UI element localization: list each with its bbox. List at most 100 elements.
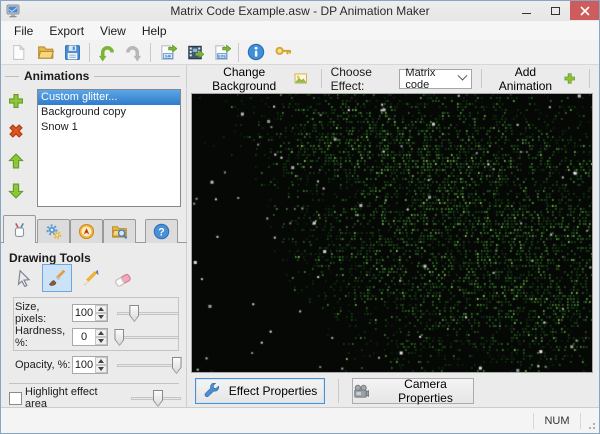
menu-bar: File Export View Help bbox=[1, 21, 599, 40]
slider-track bbox=[117, 312, 179, 315]
tab-help[interactable]: ? bbox=[145, 219, 178, 243]
group-line bbox=[5, 75, 19, 77]
list-item[interactable]: Custom glitter... bbox=[38, 90, 180, 105]
menu-view[interactable]: View bbox=[92, 22, 134, 40]
opacity-slider[interactable] bbox=[117, 356, 182, 374]
tab-browse[interactable] bbox=[103, 219, 136, 243]
highlight-row: Highlight effect area bbox=[9, 386, 181, 410]
change-background-button[interactable]: Change Background bbox=[197, 63, 312, 95]
effect-properties-label: Effect Properties bbox=[228, 384, 318, 398]
size-stepper[interactable]: 100 bbox=[72, 304, 108, 322]
camera-properties-button[interactable]: Camera Properties bbox=[352, 377, 474, 405]
highlight-slider[interactable] bbox=[131, 389, 181, 407]
right-area: Change Background Choose Effect: Matrix … bbox=[187, 65, 599, 409]
redo-button[interactable] bbox=[120, 41, 147, 64]
select-tool-button[interactable] bbox=[9, 264, 39, 292]
properties-separator bbox=[338, 379, 339, 403]
hardness-slider[interactable] bbox=[114, 328, 179, 346]
slider-thumb[interactable] bbox=[171, 357, 182, 374]
size-up-button[interactable] bbox=[95, 305, 107, 313]
hardness-stepper[interactable]: 0 bbox=[72, 328, 108, 346]
hardness-spin-buttons bbox=[95, 329, 107, 345]
spin-up-icon bbox=[98, 331, 104, 335]
tab-navigation[interactable] bbox=[70, 219, 103, 243]
opacity-up-button[interactable] bbox=[95, 357, 107, 365]
preview-canvas[interactable] bbox=[192, 94, 592, 372]
background-image-icon bbox=[294, 73, 308, 84]
change-background-label: Change Background bbox=[212, 64, 277, 93]
add-animation-bar-button[interactable]: Add Animation bbox=[491, 63, 580, 95]
num-lock-indicator: NUM bbox=[544, 414, 570, 427]
size-value: 100 bbox=[74, 307, 94, 319]
export-video-button[interactable] bbox=[181, 41, 208, 64]
window-title: Matrix Code Example.asw - DP Animation M… bbox=[170, 4, 430, 18]
list-item[interactable]: Background copy bbox=[38, 105, 180, 120]
effect-dropdown[interactable]: Matrix code bbox=[399, 66, 473, 91]
size-down-button[interactable] bbox=[95, 313, 107, 321]
undo-button[interactable] bbox=[93, 41, 120, 64]
chevron-down-icon bbox=[457, 70, 468, 81]
register-key-button[interactable] bbox=[269, 41, 296, 64]
export-gif-button[interactable]: GIF bbox=[154, 41, 181, 64]
move-down-button[interactable] bbox=[6, 181, 26, 200]
export-exe-button[interactable]: EXE bbox=[208, 41, 235, 64]
menu-help[interactable]: Help bbox=[134, 22, 175, 40]
camera-properties-label: Camera Properties bbox=[398, 377, 453, 405]
main-content: Animations Custom glitter... Background … bbox=[1, 65, 599, 410]
close-button[interactable] bbox=[570, 1, 599, 20]
gears-icon bbox=[46, 224, 62, 240]
save-icon bbox=[65, 44, 80, 60]
tab-settings[interactable] bbox=[37, 219, 70, 243]
about-button[interactable] bbox=[242, 41, 269, 64]
move-up-button[interactable] bbox=[6, 151, 26, 170]
menu-export[interactable]: Export bbox=[41, 22, 92, 40]
opacity-stepper[interactable]: 100 bbox=[72, 356, 108, 374]
preview-area[interactable] bbox=[191, 93, 593, 373]
highlight-checkbox[interactable] bbox=[9, 391, 22, 405]
delete-animation-button[interactable] bbox=[6, 121, 26, 140]
effect-bar-separator bbox=[589, 69, 590, 88]
animation-list-actions bbox=[6, 91, 28, 200]
opacity-row: Opacity, %: 100 bbox=[15, 355, 182, 375]
arrow-down-icon bbox=[8, 182, 24, 199]
slider-thumb[interactable] bbox=[153, 390, 163, 407]
effect-dropdown-value: Matrix code bbox=[405, 66, 436, 91]
effect-bar-separator bbox=[481, 69, 483, 88]
pencil-tool-button[interactable] bbox=[75, 264, 105, 292]
export-video-icon bbox=[187, 45, 204, 60]
hardness-up-button[interactable] bbox=[95, 329, 107, 337]
spin-down-icon bbox=[98, 367, 104, 371]
animations-list[interactable]: Custom glitter... Background copy Snow 1 bbox=[37, 89, 181, 207]
size-slider[interactable] bbox=[117, 304, 179, 322]
effect-bar-separator bbox=[320, 69, 322, 88]
main-toolbar: GIF EXE bbox=[1, 40, 599, 65]
minimize-icon bbox=[522, 13, 531, 14]
menu-file[interactable]: File bbox=[6, 22, 41, 40]
maximize-button[interactable] bbox=[541, 1, 570, 20]
title-bar: Matrix Code Example.asw - DP Animation M… bbox=[1, 1, 599, 21]
brush-tool-button[interactable] bbox=[42, 264, 72, 292]
open-file-button[interactable] bbox=[32, 41, 59, 64]
add-animation-label: Add Animation bbox=[498, 64, 553, 93]
compass-icon bbox=[78, 223, 95, 240]
add-animation-button[interactable] bbox=[6, 91, 26, 110]
effect-properties-button[interactable]: Effect Properties bbox=[195, 378, 325, 404]
hardness-down-button[interactable] bbox=[95, 337, 107, 345]
resize-grip[interactable] bbox=[581, 415, 599, 433]
tab-drawing-tools[interactable] bbox=[3, 215, 36, 244]
eraser-tool-button[interactable] bbox=[108, 264, 138, 292]
choose-effect-label: Choose Effect: bbox=[330, 64, 372, 93]
toolbar-separator bbox=[150, 42, 151, 62]
spin-down-icon bbox=[98, 339, 104, 343]
help-icon: ? bbox=[153, 223, 170, 240]
save-button[interactable] bbox=[59, 41, 86, 64]
tool-tabs: ? bbox=[1, 215, 187, 244]
minimize-button[interactable] bbox=[512, 1, 541, 20]
redo-icon bbox=[126, 45, 142, 62]
slider-thumb[interactable] bbox=[114, 329, 125, 346]
list-item[interactable]: Snow 1 bbox=[38, 120, 180, 135]
new-file-button[interactable] bbox=[5, 41, 32, 64]
opacity-down-button[interactable] bbox=[95, 365, 107, 373]
slider-thumb[interactable] bbox=[129, 305, 140, 322]
spin-up-icon bbox=[98, 307, 104, 311]
